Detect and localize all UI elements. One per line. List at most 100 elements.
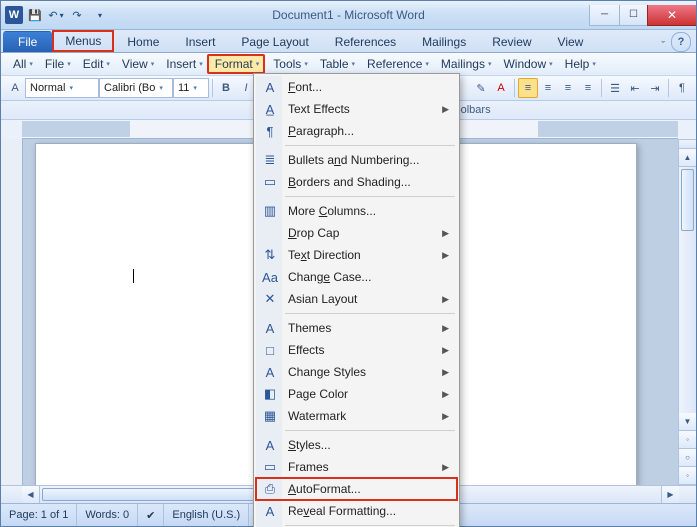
bullets-and-numbering-icon: ≣ bbox=[261, 151, 279, 169]
menu-item-reveal-formatting[interactable]: AReveal Formatting... bbox=[256, 500, 457, 522]
tab-insert[interactable]: Insert bbox=[172, 31, 228, 52]
bold-icon[interactable]: B bbox=[216, 78, 236, 98]
status-page[interactable]: Page: 1 of 1 bbox=[1, 504, 77, 526]
fontcolor-icon[interactable]: A bbox=[491, 78, 511, 98]
menu-file[interactable]: File▾ bbox=[37, 54, 75, 74]
style-combo[interactable]: Normal▾ bbox=[25, 78, 99, 98]
menu-separator bbox=[285, 196, 455, 197]
menu-item-label: Styles... bbox=[288, 438, 331, 452]
font-combo[interactable]: Calibri (Bo▾ bbox=[99, 78, 173, 98]
redo-icon[interactable]: ↷ bbox=[68, 6, 86, 24]
menu-item-themes[interactable]: AThemes▶ bbox=[256, 317, 457, 339]
themes-icon: A bbox=[261, 319, 279, 337]
menu-item-label: Page Color bbox=[288, 387, 348, 401]
scroll-up-icon[interactable]: ▲ bbox=[679, 149, 696, 167]
browse-object-icon[interactable]: ○ bbox=[679, 449, 696, 467]
split-handle[interactable] bbox=[679, 139, 696, 149]
drop-cap-icon bbox=[261, 224, 279, 242]
menu-item-label: Themes bbox=[288, 321, 331, 335]
menu-item-page-color[interactable]: ◧Page Color▶ bbox=[256, 383, 457, 405]
tab-review[interactable]: Review bbox=[479, 31, 544, 52]
align-left-icon[interactable]: ≡ bbox=[518, 78, 538, 98]
menu-view[interactable]: View▾ bbox=[114, 54, 158, 74]
indent-dec-icon[interactable]: ⇤ bbox=[625, 78, 645, 98]
menu-item-autoformat[interactable]: ⎙AutoFormat... bbox=[256, 478, 457, 500]
submenu-arrow-icon: ▶ bbox=[442, 462, 449, 473]
scroll-left-icon[interactable]: ◀ bbox=[22, 486, 40, 503]
menu-format[interactable]: Format▾ bbox=[207, 54, 266, 74]
menu-item-text-effects[interactable]: A̲Text Effects▶ bbox=[256, 98, 457, 120]
tab-references[interactable]: References bbox=[322, 31, 409, 52]
menu-item-font[interactable]: AFont... bbox=[256, 76, 457, 98]
fontsize-combo[interactable]: 11▾ bbox=[173, 78, 209, 98]
status-spellcheck-icon[interactable]: ✔ bbox=[138, 504, 164, 526]
ribbon-collapse-icon[interactable]: ˇ bbox=[661, 40, 665, 52]
menu-item-label: Effects bbox=[288, 343, 324, 357]
highlight-icon[interactable]: ✎ bbox=[471, 78, 491, 98]
minimize-button[interactable]: ─ bbox=[589, 5, 619, 26]
submenu-arrow-icon: ▶ bbox=[442, 345, 449, 356]
vertical-ruler[interactable] bbox=[1, 139, 23, 485]
tab-menus[interactable]: Menus bbox=[52, 30, 114, 52]
menu-item-text-direction[interactable]: ⇅Text Direction▶ bbox=[256, 244, 457, 266]
menu-mailings[interactable]: Mailings▾ bbox=[433, 54, 496, 74]
qat-customize-icon[interactable]: ▾ bbox=[91, 6, 109, 24]
menu-tools[interactable]: Tools▾ bbox=[265, 54, 312, 74]
menu-item-label: Watermark bbox=[288, 409, 346, 423]
menu-help[interactable]: Help▾ bbox=[557, 54, 600, 74]
align-justify-icon[interactable]: ≡ bbox=[578, 78, 598, 98]
menu-item-asian-layout[interactable]: ✕Asian Layout▶ bbox=[256, 288, 457, 310]
menu-item-borders-and-shading[interactable]: ▭Borders and Shading... bbox=[256, 171, 457, 193]
menu-item-drop-cap[interactable]: Drop Cap▶ bbox=[256, 222, 457, 244]
scroll-right-icon[interactable]: ▶ bbox=[661, 486, 679, 503]
submenu-arrow-icon: ▶ bbox=[442, 367, 449, 378]
menu-window[interactable]: Window▾ bbox=[495, 54, 556, 74]
menu-item-watermark[interactable]: ▦Watermark▶ bbox=[256, 405, 457, 427]
undo-icon[interactable]: ↶▾ bbox=[47, 6, 65, 24]
menu-all[interactable]: All▾ bbox=[5, 54, 37, 74]
effects-icon: □ bbox=[261, 341, 279, 359]
text-effects-icon: A̲ bbox=[261, 100, 279, 118]
indent-inc-icon[interactable]: ⇥ bbox=[645, 78, 665, 98]
menu-reference[interactable]: Reference▾ bbox=[359, 54, 433, 74]
close-button[interactable]: ✕ bbox=[647, 5, 696, 26]
tab-file[interactable]: File bbox=[3, 31, 52, 52]
menu-item-label: Paragraph... bbox=[288, 124, 354, 138]
menu-item-styles[interactable]: A Styles... bbox=[256, 434, 457, 456]
menu-insert[interactable]: Insert▾ bbox=[158, 54, 207, 74]
prev-page-icon[interactable]: ◦ bbox=[679, 431, 696, 449]
menu-table[interactable]: Table▾ bbox=[312, 54, 359, 74]
menu-item-change-styles[interactable]: AChange Styles▶ bbox=[256, 361, 457, 383]
styles-icon: A bbox=[261, 436, 279, 454]
status-words[interactable]: Words: 0 bbox=[77, 504, 138, 526]
menu-item-label: Frames bbox=[288, 460, 329, 474]
titlebar: W 💾 ↶▾ ↷ ▾ Document1 - Microsoft Word ─ … bbox=[1, 1, 696, 30]
next-page-icon[interactable]: ◦ bbox=[679, 467, 696, 485]
linespacing-icon[interactable]: ☰ bbox=[605, 78, 625, 98]
scroll-down-icon[interactable]: ▼ bbox=[679, 413, 696, 431]
paragraph-mark-icon[interactable]: ¶ bbox=[672, 78, 692, 98]
menu-item-more-columns[interactable]: ▥More Columns... bbox=[256, 200, 457, 222]
tab-pagelayout[interactable]: Page Layout bbox=[228, 31, 321, 52]
tab-mailings[interactable]: Mailings bbox=[409, 31, 479, 52]
menu-item-bullets-and-numbering[interactable]: ≣Bullets and Numbering... bbox=[256, 149, 457, 171]
borders-and-shading-icon: ▭ bbox=[261, 173, 279, 191]
menu-item-label: Change Styles bbox=[288, 365, 366, 379]
scroll-thumb[interactable] bbox=[681, 169, 694, 231]
menu-item-frames[interactable]: ▭Frames▶ bbox=[256, 456, 457, 478]
menu-item-paragraph[interactable]: ¶Paragraph... bbox=[256, 120, 457, 142]
tab-view[interactable]: View bbox=[545, 31, 597, 52]
maximize-button[interactable]: ☐ bbox=[619, 5, 647, 26]
menu-edit[interactable]: Edit▾ bbox=[75, 54, 114, 74]
menu-item-effects[interactable]: □ Effects ▶ bbox=[256, 339, 457, 361]
save-icon[interactable]: 💾 bbox=[26, 6, 44, 24]
align-right-icon[interactable]: ≡ bbox=[558, 78, 578, 98]
vertical-scrollbar[interactable]: ▲ ▼ ◦ ○ ◦ bbox=[678, 139, 696, 485]
status-language[interactable]: English (U.S.) bbox=[164, 504, 249, 526]
menu-item-change-case[interactable]: AaChange Case... bbox=[256, 266, 457, 288]
text-direction-icon: ⇅ bbox=[261, 246, 279, 264]
help-icon[interactable]: ? bbox=[671, 32, 691, 52]
tab-home[interactable]: Home bbox=[114, 31, 172, 52]
style-icon[interactable]: A bbox=[5, 78, 25, 98]
align-center-icon[interactable]: ≡ bbox=[538, 78, 558, 98]
